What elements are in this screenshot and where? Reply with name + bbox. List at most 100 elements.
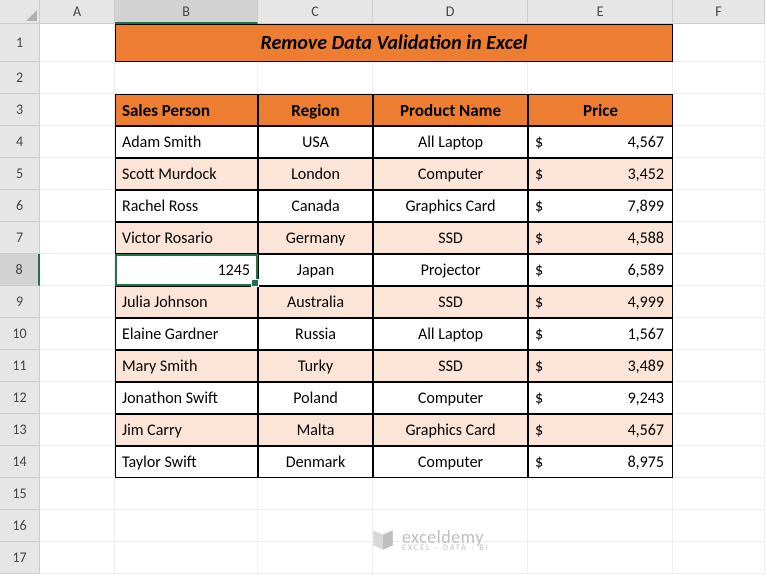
empty-cell[interactable] <box>673 510 765 542</box>
cell-price[interactable]: $9,243 <box>528 382 673 414</box>
cell-price[interactable]: $8,975 <box>528 446 673 478</box>
cell-product[interactable]: Computer <box>373 382 528 414</box>
cell-product[interactable]: Projector <box>373 254 528 286</box>
empty-cell[interactable] <box>673 190 765 222</box>
empty-cell[interactable] <box>115 62 258 94</box>
row-header-3[interactable]: 3 <box>0 94 40 126</box>
empty-cell[interactable] <box>40 350 115 382</box>
row-header-5[interactable]: 5 <box>0 158 40 190</box>
empty-cell[interactable] <box>673 542 765 574</box>
cell-price[interactable]: $3,452 <box>528 158 673 190</box>
empty-cell[interactable] <box>528 478 673 510</box>
cell-product[interactable]: SSD <box>373 350 528 382</box>
empty-cell[interactable] <box>40 286 115 318</box>
cell-product[interactable]: All Laptop <box>373 126 528 158</box>
cell-region[interactable]: London <box>258 158 373 190</box>
cell-sales-person[interactable]: Adam Smith <box>115 126 258 158</box>
empty-cell[interactable] <box>528 62 673 94</box>
cell-region[interactable]: Denmark <box>258 446 373 478</box>
empty-cell[interactable] <box>40 542 115 574</box>
empty-cell[interactable] <box>40 382 115 414</box>
title-cell[interactable]: Remove Data Validation in Excel <box>115 24 673 62</box>
empty-cell[interactable] <box>40 510 115 542</box>
cell-price[interactable]: $6,589 <box>528 254 673 286</box>
cell-region[interactable]: Australia <box>258 286 373 318</box>
header-price[interactable]: Price <box>528 94 673 126</box>
row-header-1[interactable]: 1 <box>0 24 40 62</box>
empty-cell[interactable] <box>673 94 765 126</box>
row-header-9[interactable]: 9 <box>0 286 40 318</box>
cell-product[interactable]: SSD <box>373 286 528 318</box>
cell-price[interactable]: $4,588 <box>528 222 673 254</box>
col-header-A[interactable]: A <box>40 0 115 24</box>
col-header-C[interactable]: C <box>258 0 373 24</box>
empty-cell[interactable] <box>673 158 765 190</box>
empty-cell[interactable] <box>40 158 115 190</box>
empty-cell[interactable] <box>40 318 115 350</box>
cell-sales-person[interactable]: Julia Johnson <box>115 286 258 318</box>
empty-cell[interactable] <box>40 62 115 94</box>
cell-sales-person[interactable]: Scott Murdock <box>115 158 258 190</box>
header-region[interactable]: Region <box>258 94 373 126</box>
row-header-6[interactable]: 6 <box>0 190 40 222</box>
empty-cell[interactable] <box>40 446 115 478</box>
cell-price[interactable]: $7,899 <box>528 190 673 222</box>
cell-product[interactable]: Graphics Card <box>373 414 528 446</box>
cell-sales-person[interactable]: Elaine Gardner <box>115 318 258 350</box>
empty-cell[interactable] <box>673 382 765 414</box>
cell-region[interactable]: Germany <box>258 222 373 254</box>
empty-cell[interactable] <box>673 24 765 62</box>
row-header-10[interactable]: 10 <box>0 318 40 350</box>
cell-sales-person[interactable]: Rachel Ross <box>115 190 258 222</box>
empty-cell[interactable] <box>40 94 115 126</box>
col-header-D[interactable]: D <box>373 0 528 24</box>
empty-cell[interactable] <box>258 542 373 574</box>
cell-product[interactable]: SSD <box>373 222 528 254</box>
active-cell[interactable]: 1245 <box>115 254 258 286</box>
cell-sales-person[interactable]: Taylor Swift <box>115 446 258 478</box>
empty-cell[interactable] <box>40 414 115 446</box>
empty-cell[interactable] <box>258 62 373 94</box>
select-all-corner[interactable] <box>0 0 40 24</box>
cell-price[interactable]: $3,489 <box>528 350 673 382</box>
cell-product[interactable]: All Laptop <box>373 318 528 350</box>
empty-cell[interactable] <box>115 478 258 510</box>
row-header-7[interactable]: 7 <box>0 222 40 254</box>
header-sales-person[interactable]: Sales Person <box>115 94 258 126</box>
cell-region[interactable]: Japan <box>258 254 373 286</box>
header-product-name[interactable]: Product Name <box>373 94 528 126</box>
empty-cell[interactable] <box>673 350 765 382</box>
cell-price[interactable]: $1,567 <box>528 318 673 350</box>
cell-sales-person[interactable]: Victor Rosario <box>115 222 258 254</box>
cell-region[interactable]: USA <box>258 126 373 158</box>
empty-cell[interactable] <box>373 478 528 510</box>
cell-sales-person[interactable]: Jim Carry <box>115 414 258 446</box>
col-header-E[interactable]: E <box>528 0 673 24</box>
empty-cell[interactable] <box>673 318 765 350</box>
cell-product[interactable]: Graphics Card <box>373 190 528 222</box>
empty-cell[interactable] <box>673 62 765 94</box>
cell-product[interactable]: Computer <box>373 158 528 190</box>
col-header-F[interactable]: F <box>673 0 765 24</box>
row-header-13[interactable]: 13 <box>0 414 40 446</box>
empty-cell[interactable] <box>258 478 373 510</box>
empty-cell[interactable] <box>40 478 115 510</box>
empty-cell[interactable] <box>40 254 115 286</box>
row-header-8[interactable]: 8 <box>0 254 40 286</box>
empty-cell[interactable] <box>528 510 673 542</box>
empty-cell[interactable] <box>115 510 258 542</box>
row-header-16[interactable]: 16 <box>0 510 40 542</box>
row-header-15[interactable]: 15 <box>0 478 40 510</box>
empty-cell[interactable] <box>40 24 115 62</box>
empty-cell[interactable] <box>673 286 765 318</box>
empty-cell[interactable] <box>673 478 765 510</box>
empty-cell[interactable] <box>373 62 528 94</box>
row-header-2[interactable]: 2 <box>0 62 40 94</box>
cell-region[interactable]: Malta <box>258 414 373 446</box>
cell-region[interactable]: Canada <box>258 190 373 222</box>
empty-cell[interactable] <box>258 510 373 542</box>
cell-price[interactable]: $4,999 <box>528 286 673 318</box>
col-header-B[interactable]: B <box>115 0 258 24</box>
empty-cell[interactable] <box>40 190 115 222</box>
empty-cell[interactable] <box>115 542 258 574</box>
